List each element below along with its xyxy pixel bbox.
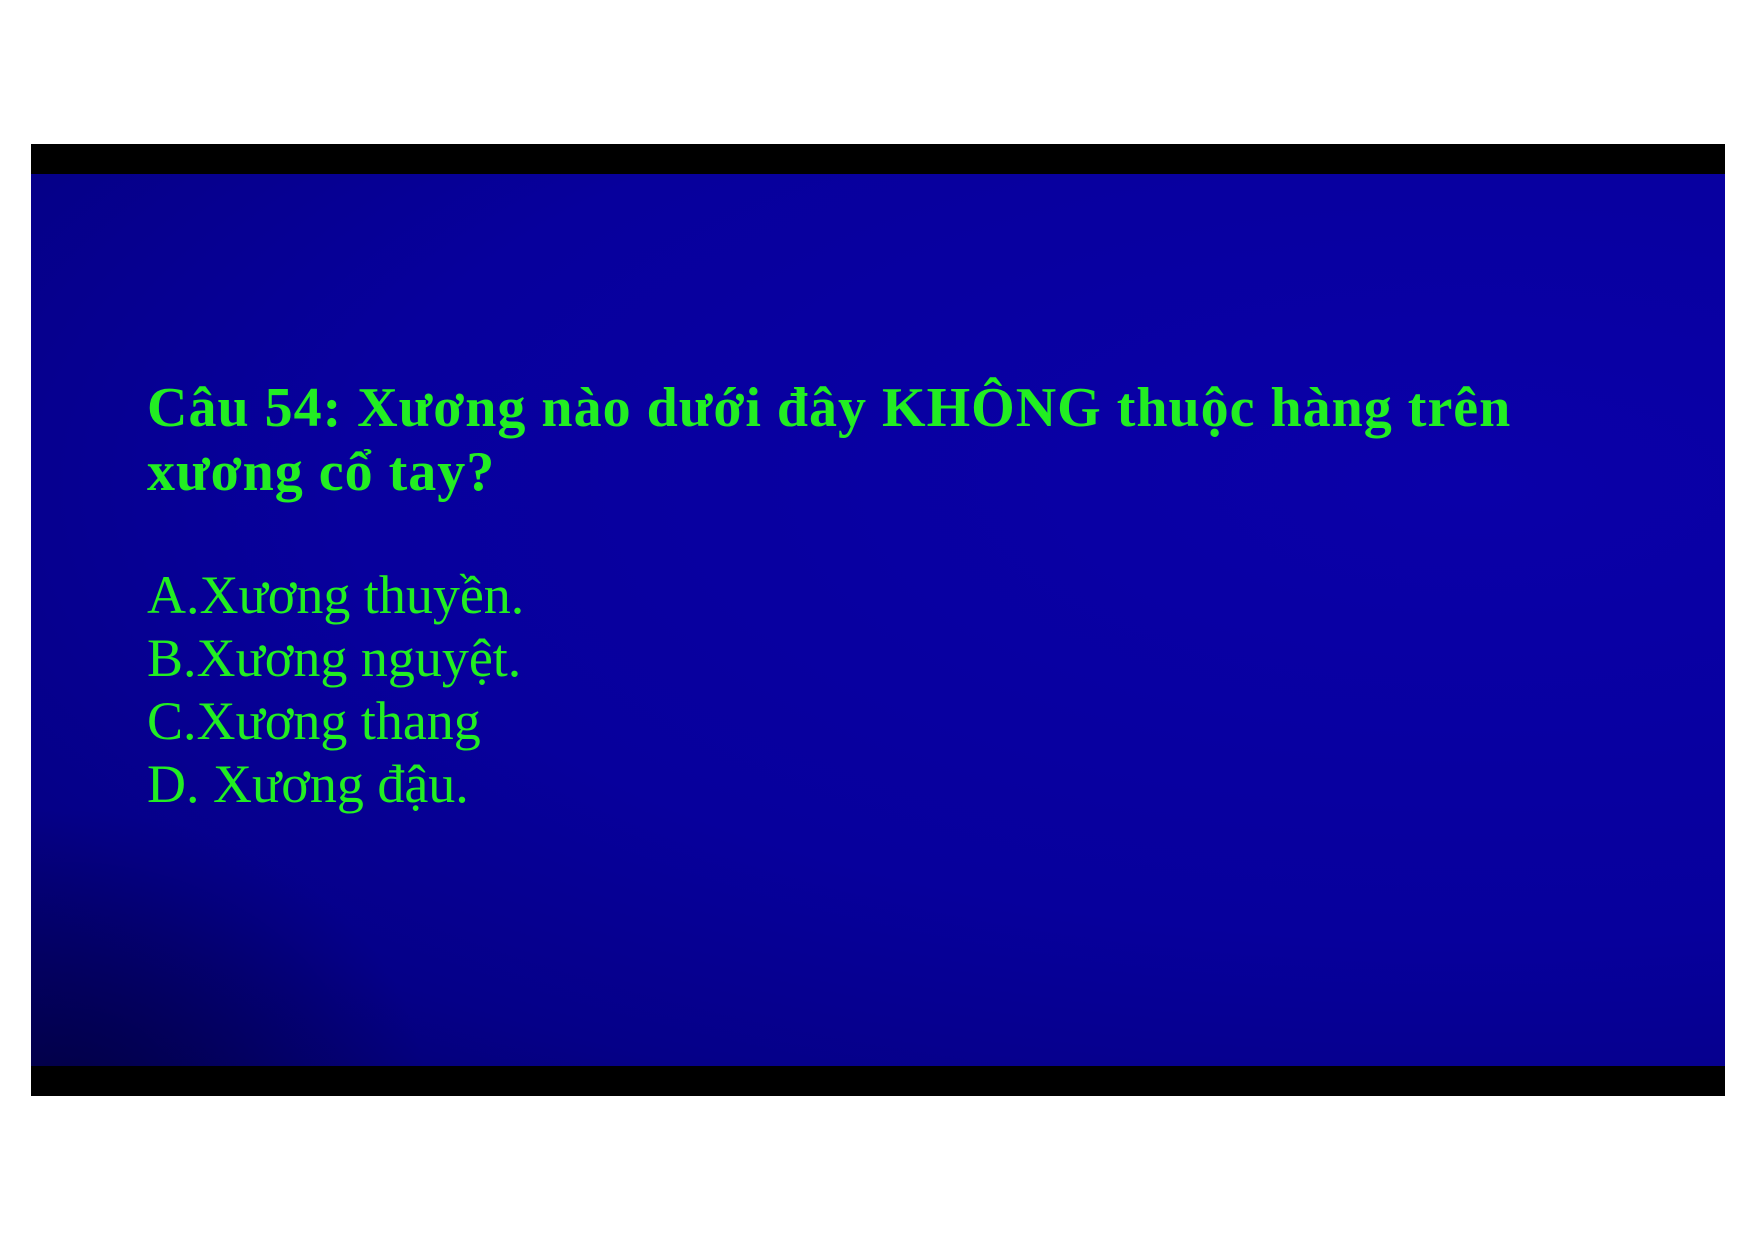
answer-option-c: C.Xương thang [147,691,481,751]
page: Câu 54: Xương nào dưới đây KHÔNG thuộc h… [0,0,1755,1240]
answer-option-d: D. Xương đậu. [147,754,469,814]
answer-list: A.Xương thuyền. B.Xương nguyệt. C.Xương … [147,564,524,816]
answer-option-b: B.Xương nguyệt. [147,628,522,688]
question-text: Câu 54: Xương nào dưới đây KHÔNG thuộc h… [147,377,1512,503]
slide-frame: Câu 54: Xương nào dưới đây KHÔNG thuộc h… [31,144,1725,1096]
answer-option-a: A.Xương thuyền. [147,565,525,625]
quiz-slide: Câu 54: Xương nào dưới đây KHÔNG thuộc h… [31,174,1725,1066]
